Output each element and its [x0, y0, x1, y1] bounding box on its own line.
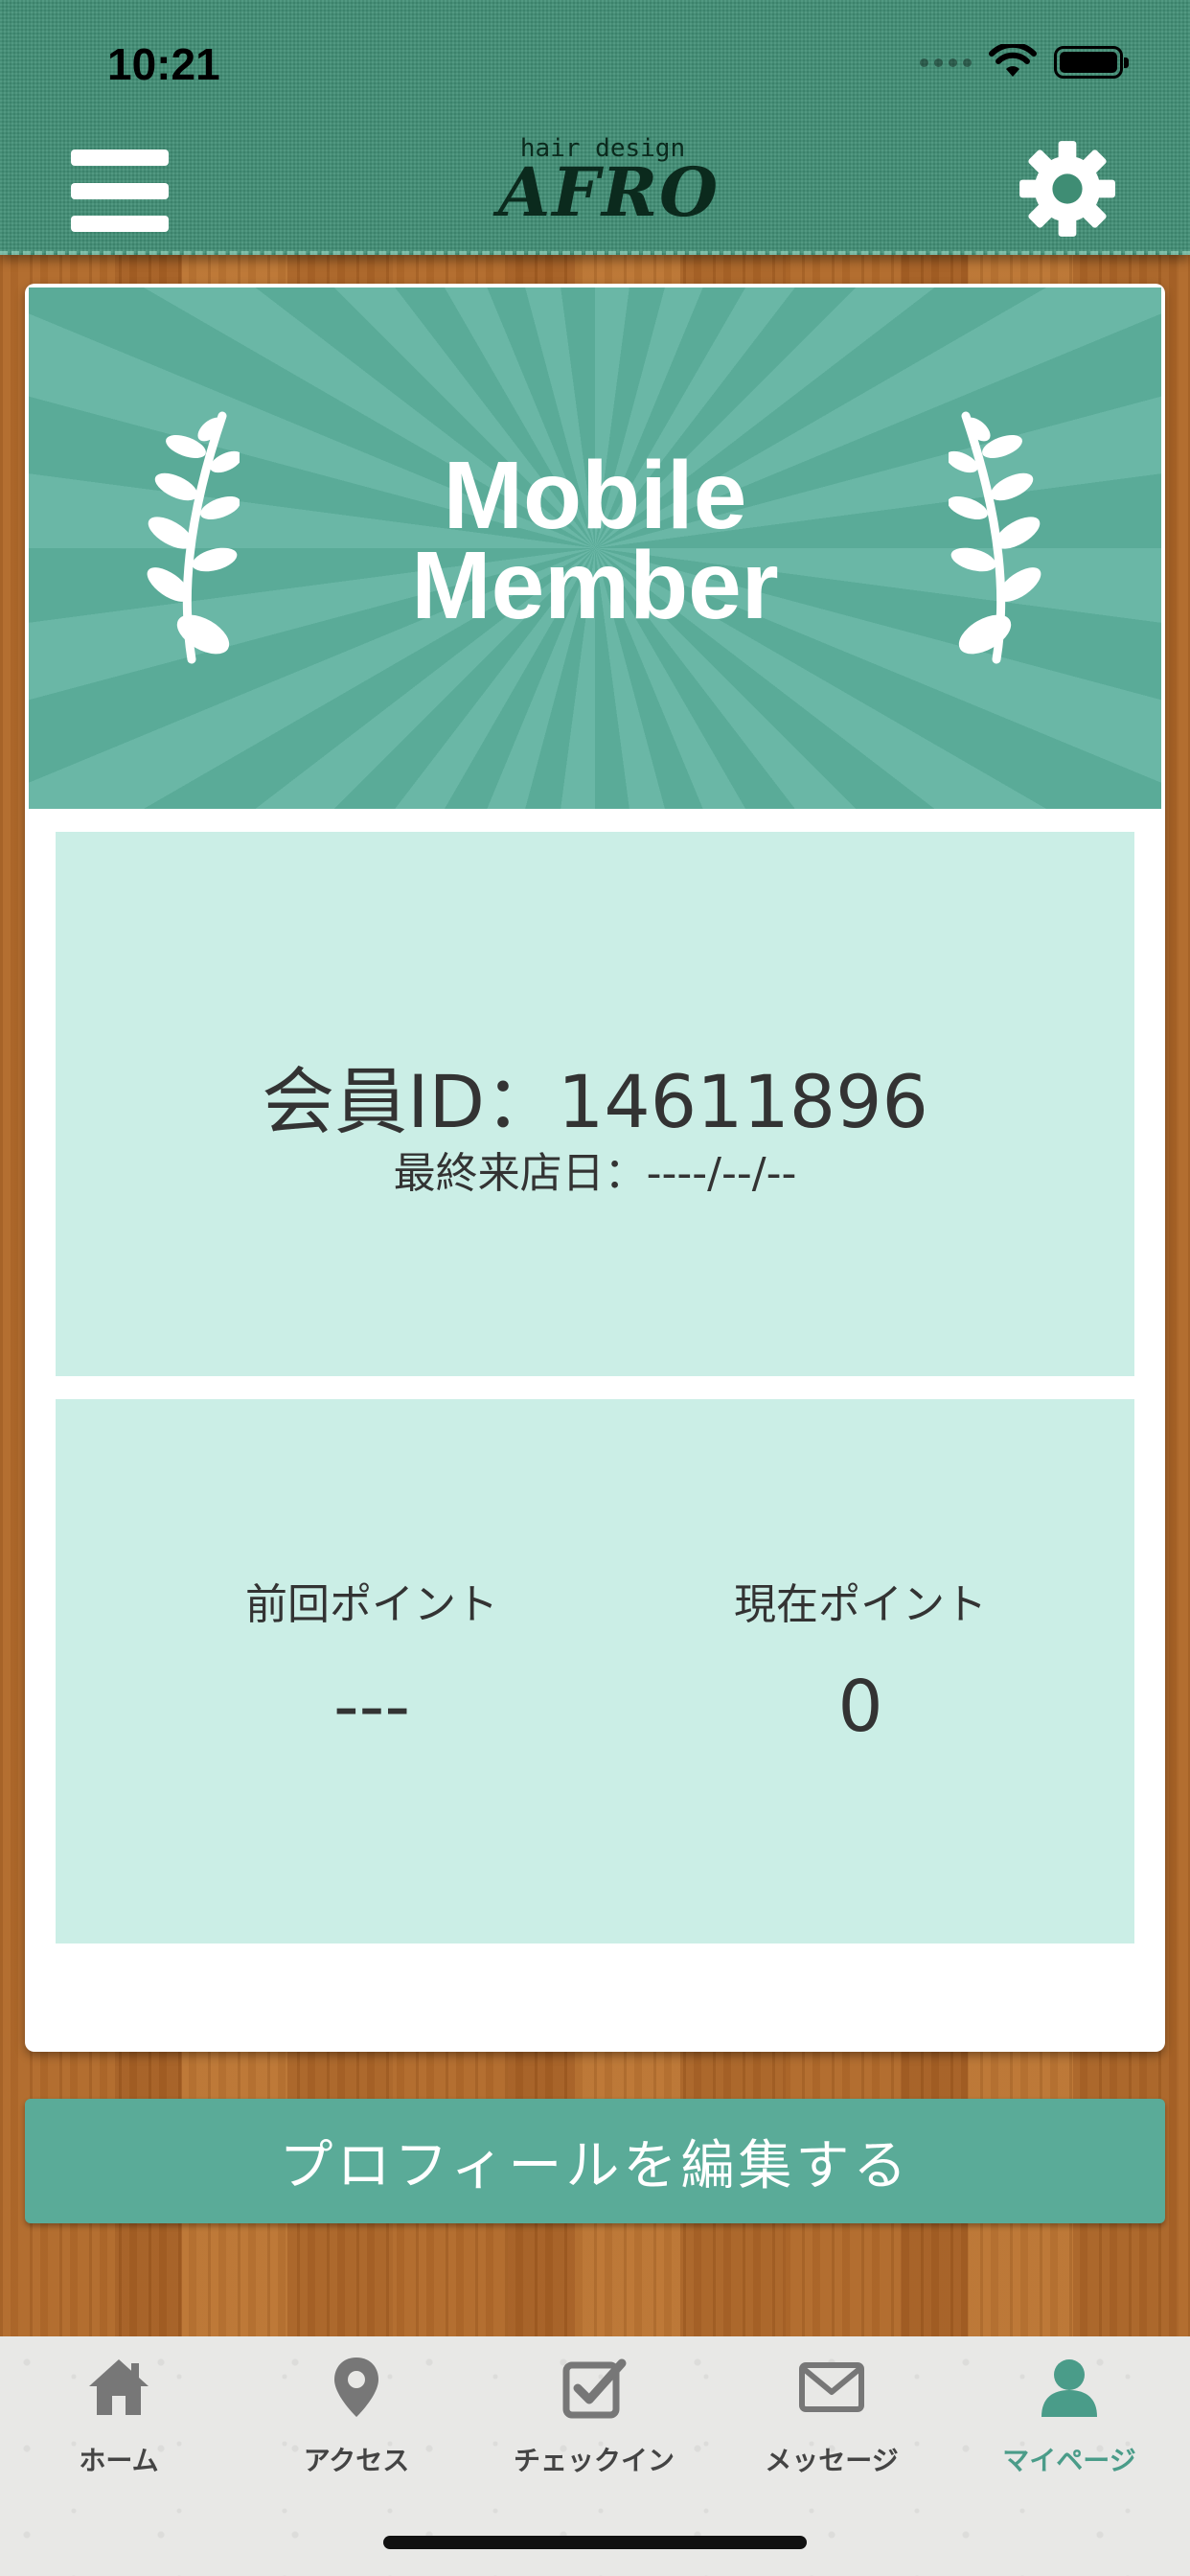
- previous-points: 前回ポイント ---: [132, 1570, 611, 1748]
- current-points-value: 0: [837, 1666, 883, 1748]
- tab-mypage-label: マイページ: [1002, 2445, 1136, 2476]
- points-panel: 前回ポイント --- 現在ポイント 0: [56, 1399, 1134, 1944]
- tab-home-label: ホーム: [79, 2445, 159, 2476]
- tab-checkin-label: チェックイン: [513, 2445, 675, 2476]
- logo-title: AFRO: [498, 152, 721, 232]
- map-pin-icon: [334, 2358, 378, 2417]
- status-time: 10:21: [107, 39, 220, 89]
- last-visit-date: 最終来店日：----/--/--: [393, 1149, 797, 1198]
- tab-message[interactable]: メッセージ: [713, 2336, 950, 2490]
- tab-access-label: アクセス: [303, 2445, 410, 2476]
- member-id: 会員ID：14611896: [262, 1059, 928, 1144]
- current-points-label: 現在ポイント: [734, 1580, 987, 1629]
- wifi-icon: [989, 44, 1037, 77]
- mobile-member-banner: Mobile Member: [29, 288, 1161, 809]
- menu-button[interactable]: [71, 150, 169, 232]
- status-icons: [920, 44, 1129, 80]
- home-indicator[interactable]: [383, 2536, 807, 2549]
- previous-points-value: ---: [332, 1666, 411, 1748]
- checkbox-icon: [562, 2358, 627, 2419]
- tab-mypage[interactable]: マイページ: [950, 2336, 1188, 2490]
- tab-checkin[interactable]: チェックイン: [475, 2336, 713, 2490]
- app-header: 10:21 hair design AFRO: [0, 0, 1190, 255]
- hamburger-menu-icon: [71, 150, 169, 166]
- tab-message-label: メッセージ: [765, 2445, 899, 2476]
- envelope-icon: [799, 2362, 864, 2412]
- battery-icon: [1054, 46, 1129, 79]
- previous-points-label: 前回ポイント: [245, 1580, 498, 1629]
- home-icon: [89, 2359, 149, 2415]
- edit-profile-button[interactable]: プロフィールを編集する: [25, 2099, 1165, 2223]
- person-icon: [1041, 2359, 1097, 2417]
- tab-home[interactable]: ホーム: [0, 2336, 238, 2490]
- current-points: 現在ポイント 0: [621, 1570, 1100, 1748]
- tab-access[interactable]: アクセス: [238, 2336, 475, 2490]
- laurel-right-icon: [949, 411, 1041, 664]
- cellular-signal-icon: [920, 58, 972, 67]
- member-card: Mobile Member 会員ID：14611896 最終来店日：----/-…: [25, 284, 1165, 2052]
- gear-icon[interactable]: [1018, 139, 1117, 239]
- brand-logo: hair design AFRO: [498, 134, 721, 247]
- member-id-panel: 会員ID：14611896 最終来店日：----/--/--: [56, 832, 1134, 1376]
- edit-profile-label: プロフィールを編集する: [279, 2134, 911, 2197]
